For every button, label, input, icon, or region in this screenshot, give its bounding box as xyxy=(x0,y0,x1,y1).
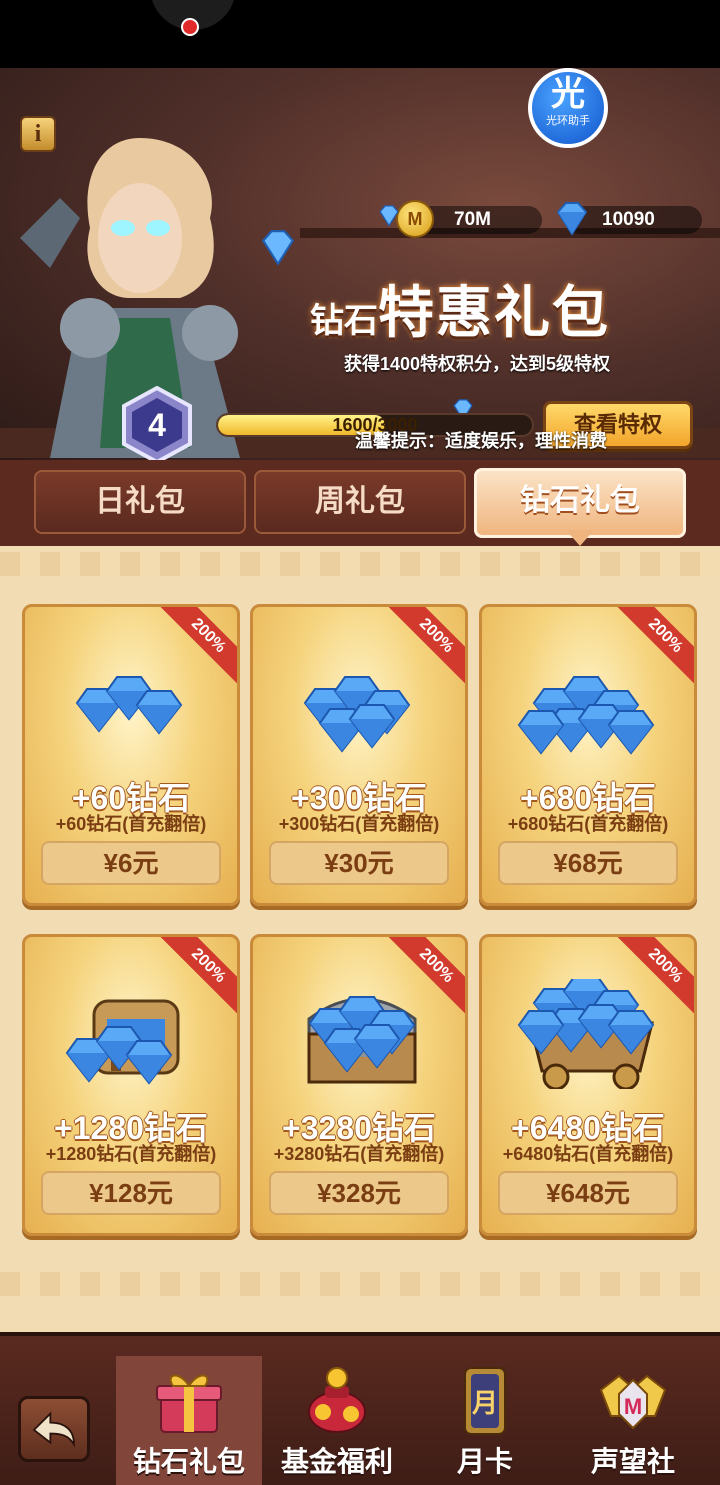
price-button[interactable]: ¥6元 xyxy=(41,841,221,885)
first-recharge-bonus: +6480钻石(首充翻倍) xyxy=(502,1144,674,1164)
gift-box-icon xyxy=(156,1374,222,1433)
nav-fund-benefit[interactable]: 基金福利 xyxy=(264,1356,410,1485)
back-button[interactable] xyxy=(18,1396,90,1462)
nav-label: 基金福利 xyxy=(280,1446,393,1477)
tab-daily-pack[interactable]: 日礼包 xyxy=(34,470,246,534)
tab-weekly-pack[interactable]: 周礼包 xyxy=(254,470,466,534)
gem-backpack-illustration xyxy=(65,999,180,1085)
price-button[interactable]: ¥128元 xyxy=(41,1171,221,1215)
gem-chest-illustration xyxy=(307,996,417,1084)
first-recharge-bonus: +1280钻石(首充翻倍) xyxy=(45,1144,217,1164)
price-button[interactable]: ¥648元 xyxy=(498,1171,678,1215)
banner-subtitle: 获得1400特权积分，达到5级特权 xyxy=(344,354,611,374)
money-bag-icon xyxy=(308,1367,366,1433)
price-button[interactable]: ¥68元 xyxy=(498,841,678,885)
banner-title-small: 钻石 xyxy=(310,302,378,340)
assistant-badge[interactable]: 光 光环助手 xyxy=(528,68,608,148)
gem-pile-large-illustration xyxy=(517,676,655,755)
first-recharge-bonus: +680钻石(首充翻倍) xyxy=(507,814,669,834)
gem-balance-value: 10090 xyxy=(602,209,655,230)
nav-label: 钻石礼包 xyxy=(132,1446,245,1477)
first-recharge-bonus: +3280钻石(首充翻倍) xyxy=(273,1144,445,1164)
svg-text:M: M xyxy=(624,1394,642,1419)
banner-title-large: 特惠礼包 xyxy=(378,281,610,344)
bottom-border-decoration xyxy=(0,1272,720,1296)
gem-minecart-illustration xyxy=(517,979,655,1089)
gem-pile-small-illustration xyxy=(75,676,183,735)
tab-diamond-pack[interactable]: 钻石礼包 xyxy=(474,468,686,538)
month-card-icon: 月 xyxy=(464,1367,506,1435)
first-recharge-bonus: +300钻石(首充翻倍) xyxy=(278,814,440,834)
bottom-nav: 钻石礼包 基金福利 月 月卡 M 声望社 xyxy=(0,1332,720,1485)
coin-balance-value: 70M xyxy=(454,209,491,230)
nav-month-card[interactable]: 月 月卡 xyxy=(412,1356,558,1485)
diamond-pack-card[interactable]: 200% +60钻石 +60钻石(首充翻倍) ¥6元 xyxy=(22,604,240,906)
vip-level-number: 4 xyxy=(148,407,166,443)
notification-dot xyxy=(181,18,199,36)
guild-crest-icon: M xyxy=(599,1374,667,1430)
nav-label: 月卡 xyxy=(456,1446,513,1477)
nav-reputation-guild[interactable]: M 声望社 xyxy=(560,1356,706,1485)
price-button[interactable]: ¥328元 xyxy=(269,1171,449,1215)
gift-category-tabs: 日礼包 周礼包 钻石礼包 xyxy=(0,460,720,550)
nav-label: 声望社 xyxy=(590,1446,675,1477)
promo-banner: i 光 光环助手 70M M 10090 钻石特惠礼包 获得1400特权积分，达… xyxy=(0,68,720,463)
floating-diamond-icon xyxy=(379,205,399,227)
diamond-pack-card[interactable]: 200% +680钻石 +680钻石(首充翻倍) ¥68元 xyxy=(479,604,697,906)
price-button[interactable]: ¥30元 xyxy=(269,841,449,885)
active-tab-pointer xyxy=(566,530,594,546)
diamond-pack-card[interactable]: 200% +3280钻石 +3280钻石(首充翻倍) ¥328元 xyxy=(250,934,468,1236)
first-recharge-bonus: +60钻石(首充翻倍) xyxy=(55,814,207,834)
status-bar xyxy=(0,0,720,68)
floating-diamond-icon xyxy=(261,230,295,266)
nav-diamond-pack[interactable]: 钻石礼包 xyxy=(116,1356,262,1485)
back-arrow-icon xyxy=(32,1411,75,1448)
svg-text:月: 月 xyxy=(471,1389,498,1419)
diamond-pack-card[interactable]: 200% +300钻石 +300钻石(首充翻倍) ¥30元 xyxy=(250,604,468,906)
assistant-badge-label: 光环助手 xyxy=(546,115,590,127)
banner-title: 钻石特惠礼包 xyxy=(310,268,710,349)
assistant-badge-glyph: 光 xyxy=(551,74,585,114)
healthy-gaming-tip: 温馨提示：适度娱乐，理性消费 xyxy=(355,431,607,451)
top-border-decoration xyxy=(0,552,720,576)
diamond-pack-card[interactable]: 200% +1280钻石 +1280钻石(首充翻倍) ¥128元 xyxy=(22,934,240,1236)
diamond-icon xyxy=(556,202,588,236)
vip-level-badge: 4 xyxy=(122,386,192,463)
diamond-pack-card[interactable]: 200% +6480钻石 +6480钻石(首充翻倍) ¥648元 xyxy=(479,934,697,1236)
gem-pile-medium-illustration xyxy=(303,676,411,753)
